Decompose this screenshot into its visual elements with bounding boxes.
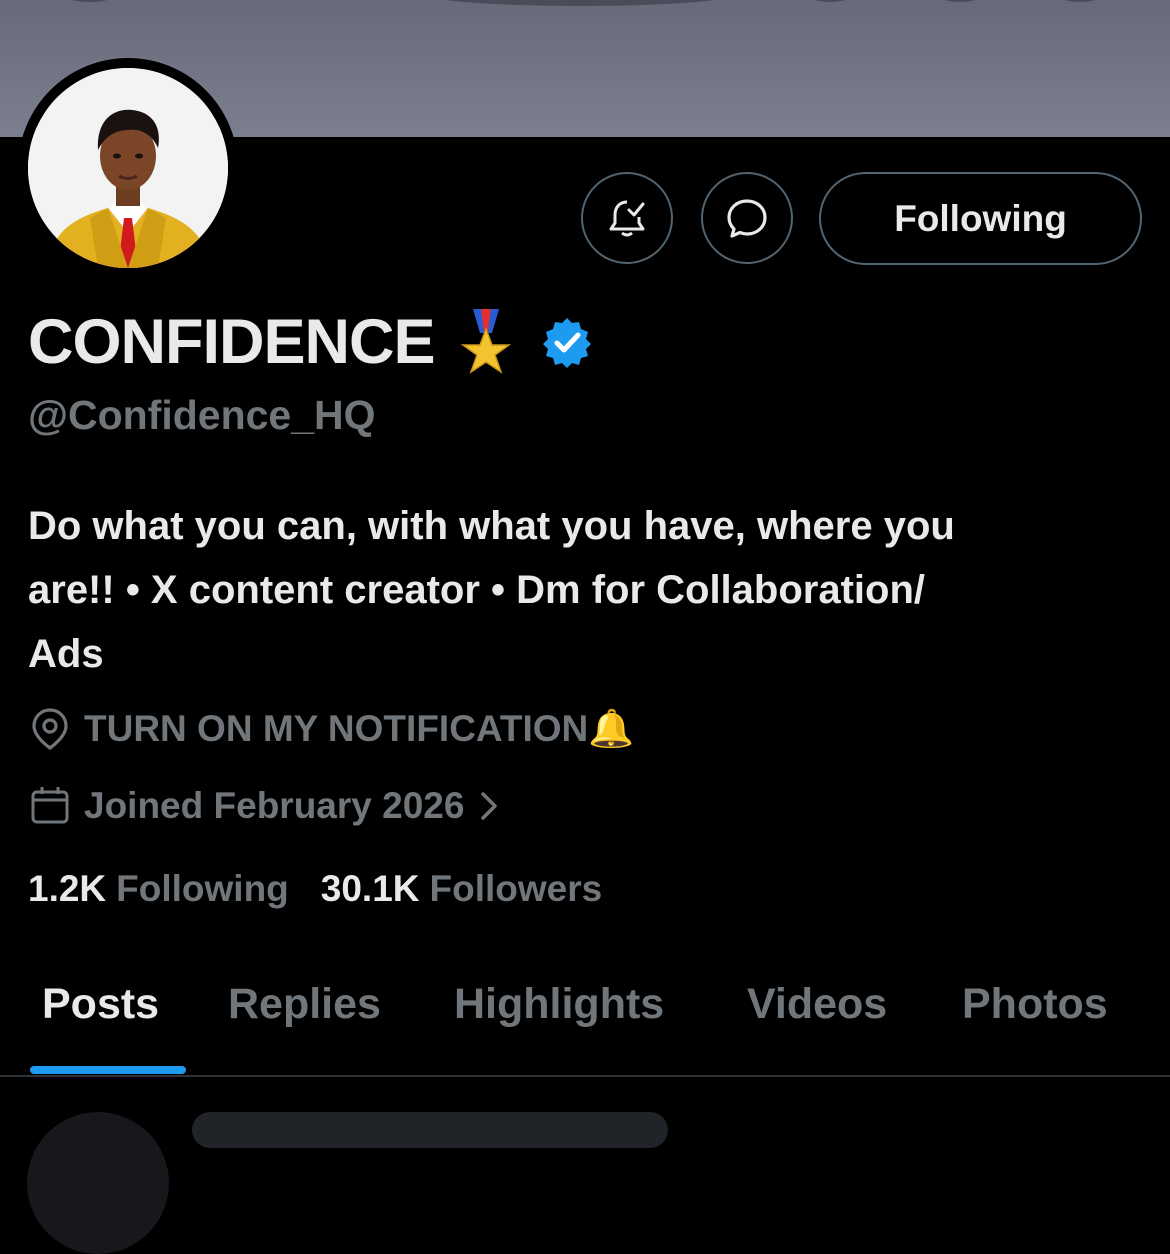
tab-replies[interactable]: Replies — [228, 980, 381, 1029]
bell-check-icon — [609, 200, 645, 237]
banner-shape — [430, 0, 730, 6]
followers-stat[interactable]: 30.1K Followers — [321, 868, 602, 910]
location-pin-icon — [28, 706, 72, 752]
post-avatar-placeholder — [27, 1112, 169, 1254]
tab-highlights[interactable]: Highlights — [454, 980, 664, 1029]
following-button[interactable]: Following — [819, 172, 1142, 265]
banner-shape — [800, 0, 860, 2]
chevron-right-icon — [478, 789, 500, 823]
profile-bio: Do what you can, with what you have, whe… — [28, 504, 955, 676]
avatar[interactable] — [28, 68, 228, 268]
profile-stats: 1.2K Following 30.1K Followers — [28, 868, 602, 910]
following-label: Following — [116, 868, 289, 909]
following-stat[interactable]: 1.2K Following — [28, 868, 289, 910]
location-text: TURN ON MY NOTIFICATION🔔 — [84, 707, 635, 749]
joined-text: Joined February 2026 — [84, 785, 465, 826]
following-count: 1.2K — [28, 868, 107, 909]
followers-count: 30.1K — [320, 868, 420, 909]
profile-tabs: Posts Replies Highlights Videos Photos — [0, 968, 1170, 1074]
active-tab-indicator — [30, 1066, 186, 1074]
banner-shape — [930, 0, 990, 2]
notifications-button[interactable] — [581, 172, 673, 264]
followers-label: Followers — [429, 868, 603, 909]
tabs-divider — [0, 1075, 1170, 1077]
profile-joined[interactable]: Joined February 2026 — [28, 784, 500, 828]
tab-videos[interactable]: Videos — [747, 980, 887, 1029]
profile-location: TURN ON MY NOTIFICATION🔔 — [28, 706, 634, 752]
banner-shape — [1050, 0, 1110, 2]
post-text-placeholder — [192, 1112, 668, 1148]
military-medal-icon — [460, 309, 511, 375]
tab-photos[interactable]: Photos — [962, 980, 1108, 1029]
profile-photo — [28, 68, 228, 268]
chat-bubble-icon — [727, 199, 767, 238]
message-button[interactable] — [701, 172, 793, 264]
tab-posts[interactable]: Posts — [42, 980, 159, 1029]
verified-badge-icon[interactable] — [541, 316, 593, 368]
display-name: CONFIDENCE — [28, 307, 436, 377]
calendar-icon — [28, 784, 72, 828]
banner-shape — [55, 0, 125, 2]
profile-name-row: CONFIDENCE — [28, 302, 593, 382]
profile-handle: @Confidence_HQ — [28, 392, 376, 438]
